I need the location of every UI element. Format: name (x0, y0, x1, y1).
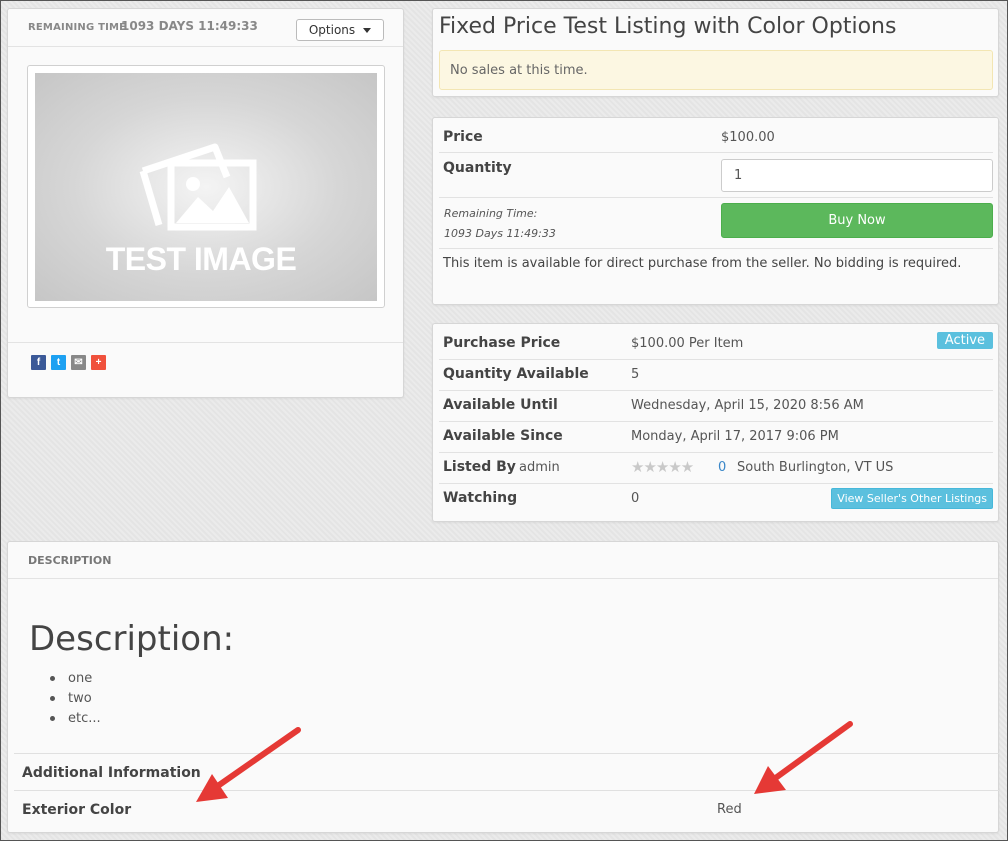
quantity-input[interactable]: 1 (721, 159, 993, 192)
additional-information-label: Additional Information (22, 765, 201, 781)
title-panel: Fixed Price Test Listing with Color Opti… (432, 8, 999, 97)
quantity-row: Quantity 1 (439, 153, 993, 198)
quantity-label: Quantity (443, 160, 512, 176)
email-icon[interactable]: ✉ (71, 355, 86, 370)
annotation-arrow-right-icon (754, 721, 853, 794)
status-badge: Active (936, 332, 993, 349)
description-header-label: DESCRIPTION (28, 554, 112, 567)
available-until-value: Wednesday, April 15, 2020 8:56 AM (631, 398, 864, 413)
price-row: Price $100.00 (439, 122, 993, 153)
listing-title: Fixed Price Test Listing with Color Opti… (439, 14, 897, 39)
purchase-price-label: Purchase Price (443, 335, 561, 351)
watching-row: Watching 0 View Seller's Other Listings (439, 484, 993, 515)
description-list: one two etc... (48, 669, 101, 729)
watching-label: Watching (443, 490, 518, 506)
description-header: DESCRIPTION (8, 542, 998, 579)
buy-row: Remaining Time: 1093 Days 11:49:33 Buy N… (439, 198, 993, 249)
purchase-price-value: $100.00 Per Item (631, 336, 744, 351)
listed-by-row: Listed By admin ★★★★★ 0 South Burlington… (439, 453, 993, 484)
twitter-icon[interactable]: t (51, 355, 66, 370)
remaining-time-header: REMAINING TIME 1093 DAYS 11:49:33 Option… (8, 9, 403, 47)
list-item: two (48, 689, 101, 709)
annotation-arrow-left-icon (196, 727, 301, 802)
available-until-row: Available Until Wednesday, April 15, 202… (439, 391, 993, 422)
direct-purchase-note: This item is available for direct purcha… (443, 256, 962, 271)
options-label: Options (308, 23, 356, 37)
seller-location: South Burlington, VT US (737, 460, 894, 475)
rating-stars-icon: ★★★★★ (631, 458, 694, 476)
facebook-icon[interactable]: f (31, 355, 46, 370)
options-dropdown-button[interactable]: Options (296, 19, 384, 41)
purchase-price-row: Purchase Price $100.00 Per Item Active (439, 329, 993, 360)
plus-share-icon[interactable]: + (91, 355, 106, 370)
listed-by-label: Listed By (443, 459, 516, 475)
price-value: $100.00 (721, 130, 775, 145)
list-item: one (48, 669, 101, 689)
available-since-label: Available Since (443, 428, 563, 444)
exterior-color-value: Red (717, 802, 742, 817)
description-title: Description: (29, 619, 235, 659)
quantity-available-row: Quantity Available 5 (439, 360, 993, 391)
exterior-color-label: Exterior Color (22, 802, 132, 818)
listing-image-card[interactable]: TEST IMAGE (27, 65, 385, 308)
quantity-available-value: 5 (631, 367, 640, 382)
remaining-time-small-label: Remaining Time: (444, 207, 538, 220)
price-label: Price (443, 129, 483, 145)
test-image-text: TEST IMAGE (105, 241, 297, 277)
remaining-time-small-value: 1093 Days 11:49:33 (444, 227, 556, 240)
buy-now-button[interactable]: Buy Now (721, 203, 993, 238)
available-since-value: Monday, April 17, 2017 9:06 PM (631, 429, 839, 444)
view-seller-listings-button[interactable]: View Seller's Other Listings (831, 488, 993, 509)
remaining-time-label: REMAINING TIME (28, 22, 127, 33)
price-panel: Price $100.00 Quantity 1 Remaining Time:… (432, 117, 999, 305)
rating-count-link[interactable]: 0 (718, 460, 726, 475)
share-bar: f t ✉ + (8, 342, 403, 398)
available-until-label: Available Until (443, 397, 558, 413)
list-item: etc... (48, 709, 101, 729)
quantity-available-label: Quantity Available (443, 366, 589, 382)
image-panel: REMAINING TIME 1093 DAYS 11:49:33 Option… (7, 8, 404, 398)
listing-image[interactable]: TEST IMAGE (35, 73, 377, 301)
details-panel: Purchase Price $100.00 Per Item Active Q… (432, 323, 999, 522)
seller-name-link[interactable]: admin (519, 460, 560, 475)
available-since-row: Available Since Monday, April 17, 2017 9… (439, 422, 993, 453)
remaining-time-value: 1093 DAYS 11:49:33 (121, 19, 258, 33)
caret-down-icon (363, 28, 372, 33)
watching-value: 0 (631, 491, 640, 506)
sales-alert: No sales at this time. (439, 50, 993, 90)
